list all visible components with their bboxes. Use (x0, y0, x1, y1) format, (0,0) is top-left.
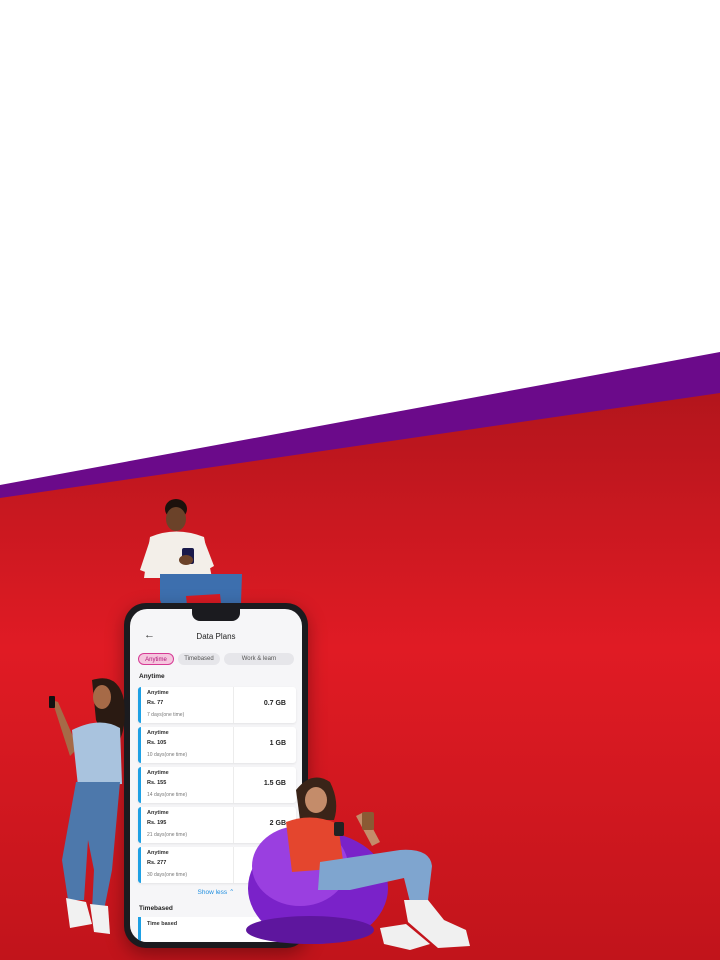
plan-price: Rs. 77 (147, 700, 164, 706)
tab-work-learn[interactable]: Work & learn (224, 653, 294, 665)
plan-validity: 14 days(one time) (147, 792, 188, 798)
plan-divider (233, 727, 234, 763)
timebased-card-label: Time based (147, 921, 178, 927)
chevron-up-icon: ⌃ (228, 889, 235, 896)
plan-price: Rs. 105 (147, 740, 167, 746)
plan-divider (233, 687, 234, 723)
tab-anytime[interactable]: Anytime (138, 653, 174, 665)
plan-data: 1 GB (269, 740, 286, 747)
plan-validity: 21 days(one time) (147, 832, 188, 838)
plan-card[interactable]: Anytime Rs. 195 21 days(one time) 2 GB (138, 807, 296, 843)
plan-type: Anytime (147, 730, 169, 736)
plan-data: 0.7 GB (263, 700, 286, 707)
plan-data: 2 GB (269, 820, 286, 827)
plan-data: 1.5 GB (263, 780, 286, 787)
background-graphic (0, 0, 720, 960)
plan-data: 3 GB (269, 860, 286, 867)
plan-price: Rs. 195 (147, 820, 167, 826)
plan-tabs: Anytime Timebased Work & learn (138, 653, 296, 665)
plan-card[interactable]: Anytime Rs. 105 10 days(one time) 1 GB (138, 727, 296, 763)
plan-validity: 10 days(one time) (147, 752, 188, 758)
plan-price: Rs. 277 (147, 860, 167, 866)
show-less-link[interactable]: Show less ⌃ (130, 888, 302, 896)
section-timebased-label: Timebased (139, 905, 173, 912)
plan-validity: 30 days(one time) (147, 872, 188, 878)
phone-mockup: ← Data Plans Anytime Timebased Work & le… (124, 603, 308, 948)
app-title: Data Plans (196, 632, 236, 641)
hero-banner: ← Data Plans Anytime Timebased Work & le… (0, 0, 720, 960)
timebased-card[interactable]: Time based (138, 917, 299, 942)
plan-card[interactable]: Anytime Rs. 155 14 days(one time) 1.5 GB (138, 767, 296, 803)
tab-timebased[interactable]: Timebased (178, 653, 220, 665)
plan-card[interactable]: Anytime Rs. 77 7 days(one time) 0.7 GB (138, 687, 296, 723)
plan-list: Anytime Rs. 77 7 days(one time) 0.7 GB A… (138, 687, 296, 887)
plan-card[interactable]: Anytime Rs. 277 30 days(one time) 3 GB (138, 847, 296, 883)
plan-type: Anytime (147, 690, 169, 696)
plan-type: Anytime (147, 770, 169, 776)
plan-divider (233, 767, 234, 803)
plan-validity: 7 days(one time) (147, 712, 185, 718)
phone-notch (192, 609, 240, 621)
show-less-label: Show less (197, 889, 228, 896)
plan-price: Rs. 155 (147, 780, 167, 786)
phone-screen: ← Data Plans Anytime Timebased Work & le… (130, 609, 302, 942)
plan-type: Anytime (147, 810, 169, 816)
plan-type: Anytime (147, 850, 169, 856)
section-anytime-label: Anytime (139, 673, 165, 680)
app-header: ← Data Plans (130, 623, 302, 649)
plan-divider (233, 807, 234, 843)
plan-divider (233, 847, 234, 883)
